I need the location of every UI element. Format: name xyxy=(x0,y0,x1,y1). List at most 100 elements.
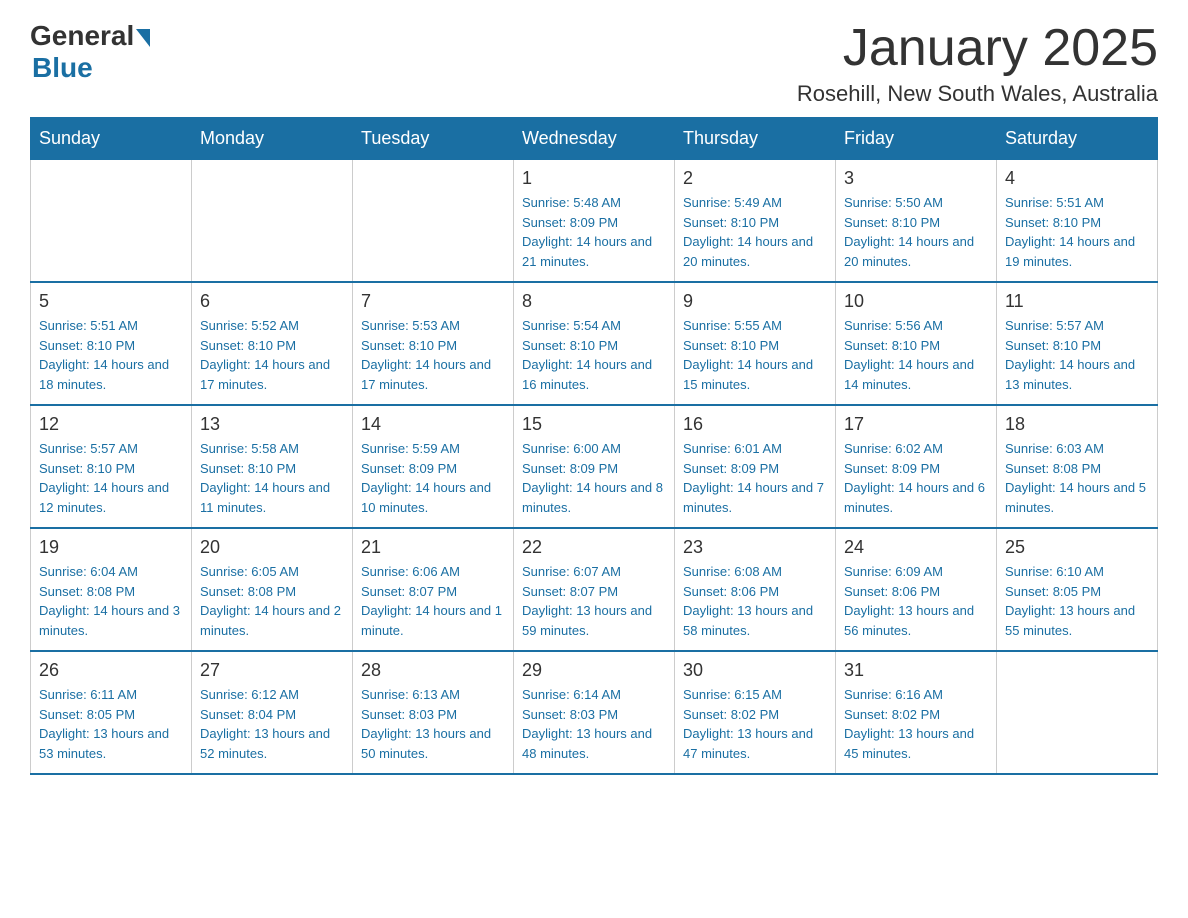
calendar-cell: 1Sunrise: 5:48 AM Sunset: 8:09 PM Daylig… xyxy=(514,160,675,283)
calendar-cell: 9 Sunrise: 5:55 AM Sunset: 8:10 PM Daylig… xyxy=(675,282,836,405)
calendar-cell: 17 Sunrise: 6:02 AM Sunset: 8:09 PM Dayli… xyxy=(836,405,997,528)
day-number: 23 xyxy=(683,537,827,558)
day-number: 27 xyxy=(200,660,344,681)
day-number: 22 xyxy=(522,537,666,558)
week-row-5: 26Sunrise: 6:11 AM Sunset: 8:05 PM Dayli… xyxy=(31,651,1158,774)
calendar-cell xyxy=(997,651,1158,774)
day-info: Sunrise: 5:57 AM Sunset: 8:10 PM Dayligh… xyxy=(39,439,183,517)
day-number: 19 xyxy=(39,537,183,558)
day-info: Sunrise: 6:06 AM Sunset: 8:07 PM Dayligh… xyxy=(361,562,505,640)
day-number: 4 xyxy=(1005,168,1149,189)
calendar-cell: 4 Sunrise: 5:51 AM Sunset: 8:10 PM Daylig… xyxy=(997,160,1158,283)
day-number: 17 xyxy=(844,414,988,435)
day-info: Sunrise: 6:12 AM Sunset: 8:04 PM Dayligh… xyxy=(200,685,344,763)
calendar-body: 1Sunrise: 5:48 AM Sunset: 8:09 PM Daylig… xyxy=(31,160,1158,775)
header-cell-wednesday: Wednesday xyxy=(514,118,675,160)
day-number: 10 xyxy=(844,291,988,312)
day-info: Sunrise: 5:52 AM Sunset: 8:10 PM Dayligh… xyxy=(200,316,344,394)
day-number: 5 xyxy=(39,291,183,312)
day-number: 16 xyxy=(683,414,827,435)
calendar-cell: 20 Sunrise: 6:05 AM Sunset: 8:08 PM Dayli… xyxy=(192,528,353,651)
day-info: Sunrise: 6:01 AM Sunset: 8:09 PM Dayligh… xyxy=(683,439,827,517)
day-number: 13 xyxy=(200,414,344,435)
header-cell-monday: Monday xyxy=(192,118,353,160)
day-number: 15 xyxy=(522,414,666,435)
day-number: 25 xyxy=(1005,537,1149,558)
day-info: Sunrise: 5:55 AM Sunset: 8:10 PM Dayligh… xyxy=(683,316,827,394)
calendar-cell: 27 Sunrise: 6:12 AM Sunset: 8:04 PM Dayli… xyxy=(192,651,353,774)
calendar-cell: 18Sunrise: 6:03 AM Sunset: 8:08 PM Dayli… xyxy=(997,405,1158,528)
day-info: Sunrise: 6:00 AM Sunset: 8:09 PM Dayligh… xyxy=(522,439,666,517)
day-info: Sunrise: 5:49 AM Sunset: 8:10 PM Dayligh… xyxy=(683,193,827,271)
day-number: 6 xyxy=(200,291,344,312)
day-number: 3 xyxy=(844,168,988,189)
week-row-3: 12 Sunrise: 5:57 AM Sunset: 8:10 PM Dayli… xyxy=(31,405,1158,528)
header-cell-tuesday: Tuesday xyxy=(353,118,514,160)
day-number: 7 xyxy=(361,291,505,312)
day-number: 2 xyxy=(683,168,827,189)
day-number: 28 xyxy=(361,660,505,681)
day-info: Sunrise: 6:13 AM Sunset: 8:03 PM Dayligh… xyxy=(361,685,505,763)
location-text: Rosehill, New South Wales, Australia xyxy=(797,81,1158,107)
header-cell-friday: Friday xyxy=(836,118,997,160)
day-info: Sunrise: 6:04 AM Sunset: 8:08 PM Dayligh… xyxy=(39,562,183,640)
calendar-cell: 12 Sunrise: 5:57 AM Sunset: 8:10 PM Dayli… xyxy=(31,405,192,528)
calendar-cell: 21 Sunrise: 6:06 AM Sunset: 8:07 PM Dayli… xyxy=(353,528,514,651)
day-info: Sunrise: 5:51 AM Sunset: 8:10 PM Dayligh… xyxy=(1005,193,1149,271)
calendar-cell: 19 Sunrise: 6:04 AM Sunset: 8:08 PM Dayli… xyxy=(31,528,192,651)
calendar-cell xyxy=(353,160,514,283)
month-title: January 2025 xyxy=(797,20,1158,77)
calendar-cell: 14Sunrise: 5:59 AM Sunset: 8:09 PM Dayli… xyxy=(353,405,514,528)
logo: General Blue xyxy=(30,20,150,84)
calendar-header: SundayMondayTuesdayWednesdayThursdayFrid… xyxy=(31,118,1158,160)
day-number: 21 xyxy=(361,537,505,558)
calendar-cell: 2 Sunrise: 5:49 AM Sunset: 8:10 PM Daylig… xyxy=(675,160,836,283)
calendar-cell: 25 Sunrise: 6:10 AM Sunset: 8:05 PM Dayli… xyxy=(997,528,1158,651)
day-info: Sunrise: 6:05 AM Sunset: 8:08 PM Dayligh… xyxy=(200,562,344,640)
week-row-1: 1Sunrise: 5:48 AM Sunset: 8:09 PM Daylig… xyxy=(31,160,1158,283)
day-info: Sunrise: 5:53 AM Sunset: 8:10 PM Dayligh… xyxy=(361,316,505,394)
day-number: 20 xyxy=(200,537,344,558)
calendar-cell: 8Sunrise: 5:54 AM Sunset: 8:10 PM Daylig… xyxy=(514,282,675,405)
calendar-cell: 16 Sunrise: 6:01 AM Sunset: 8:09 PM Dayli… xyxy=(675,405,836,528)
week-row-4: 19 Sunrise: 6:04 AM Sunset: 8:08 PM Dayli… xyxy=(31,528,1158,651)
day-number: 9 xyxy=(683,291,827,312)
day-number: 14 xyxy=(361,414,505,435)
title-block: January 2025 Rosehill, New South Wales, … xyxy=(797,20,1158,107)
calendar-cell: 24Sunrise: 6:09 AM Sunset: 8:06 PM Dayli… xyxy=(836,528,997,651)
day-info: Sunrise: 6:02 AM Sunset: 8:09 PM Dayligh… xyxy=(844,439,988,517)
calendar-cell xyxy=(31,160,192,283)
calendar-cell: 31 Sunrise: 6:16 AM Sunset: 8:02 PM Dayli… xyxy=(836,651,997,774)
logo-general-text: General xyxy=(30,20,134,52)
calendar-cell: 11 Sunrise: 5:57 AM Sunset: 8:10 PM Dayli… xyxy=(997,282,1158,405)
calendar-cell: 5Sunrise: 5:51 AM Sunset: 8:10 PM Daylig… xyxy=(31,282,192,405)
logo-arrow-icon xyxy=(136,29,150,47)
calendar-cell: 28 Sunrise: 6:13 AM Sunset: 8:03 PM Dayli… xyxy=(353,651,514,774)
day-info: Sunrise: 6:15 AM Sunset: 8:02 PM Dayligh… xyxy=(683,685,827,763)
day-info: Sunrise: 5:48 AM Sunset: 8:09 PM Dayligh… xyxy=(522,193,666,271)
day-info: Sunrise: 6:16 AM Sunset: 8:02 PM Dayligh… xyxy=(844,685,988,763)
calendar-cell: 7 Sunrise: 5:53 AM Sunset: 8:10 PM Daylig… xyxy=(353,282,514,405)
day-info: Sunrise: 5:56 AM Sunset: 8:10 PM Dayligh… xyxy=(844,316,988,394)
header-cell-sunday: Sunday xyxy=(31,118,192,160)
day-info: Sunrise: 5:50 AM Sunset: 8:10 PM Dayligh… xyxy=(844,193,988,271)
day-number: 30 xyxy=(683,660,827,681)
calendar-cell xyxy=(192,160,353,283)
day-info: Sunrise: 5:57 AM Sunset: 8:10 PM Dayligh… xyxy=(1005,316,1149,394)
day-number: 11 xyxy=(1005,291,1149,312)
day-info: Sunrise: 6:10 AM Sunset: 8:05 PM Dayligh… xyxy=(1005,562,1149,640)
day-number: 18 xyxy=(1005,414,1149,435)
header-cell-saturday: Saturday xyxy=(997,118,1158,160)
calendar-cell: 6 Sunrise: 5:52 AM Sunset: 8:10 PM Daylig… xyxy=(192,282,353,405)
logo-blue-text: Blue xyxy=(32,52,93,84)
calendar-cell: 22 Sunrise: 6:07 AM Sunset: 8:07 PM Dayli… xyxy=(514,528,675,651)
day-number: 31 xyxy=(844,660,988,681)
day-info: Sunrise: 6:08 AM Sunset: 8:06 PM Dayligh… xyxy=(683,562,827,640)
day-number: 12 xyxy=(39,414,183,435)
day-info: Sunrise: 6:11 AM Sunset: 8:05 PM Dayligh… xyxy=(39,685,183,763)
week-row-2: 5Sunrise: 5:51 AM Sunset: 8:10 PM Daylig… xyxy=(31,282,1158,405)
day-info: Sunrise: 6:07 AM Sunset: 8:07 PM Dayligh… xyxy=(522,562,666,640)
day-info: Sunrise: 5:54 AM Sunset: 8:10 PM Dayligh… xyxy=(522,316,666,394)
calendar-cell: 29Sunrise: 6:14 AM Sunset: 8:03 PM Dayli… xyxy=(514,651,675,774)
day-info: Sunrise: 6:14 AM Sunset: 8:03 PM Dayligh… xyxy=(522,685,666,763)
